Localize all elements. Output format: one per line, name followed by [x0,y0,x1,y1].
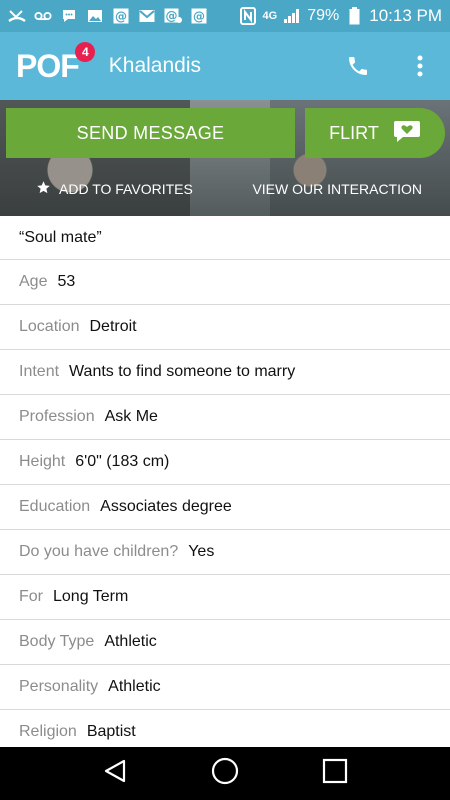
detail-row-location: Location Detroit [0,305,450,350]
svg-text:@: @ [193,10,205,24]
add-to-favorites-link[interactable]: ADD TO FAVORITES [36,180,193,198]
network-type: 4G [262,10,278,22]
detail-label: Profession [19,408,95,425]
detail-label: Education [19,498,91,515]
detail-value: 6'0" (183 cm) [75,453,170,470]
detail-row-for: For Long Term [0,575,450,620]
signal-icon [283,7,301,25]
recents-icon[interactable] [322,758,348,789]
phone-icon[interactable] [344,52,372,80]
detail-row-height: Height 6'0" (183 cm) [0,440,450,485]
detail-label: Personality [19,678,99,695]
detail-value: Detroit [89,318,137,335]
svg-text:@: @ [166,9,178,23]
at-icon: @ [190,7,208,25]
clock: 10:13 PM [369,6,442,25]
detail-row-body-type: Body Type Athletic [0,620,450,665]
detail-row-intent: Intent Wants to find someone to marry [0,350,450,395]
send-message-label: SEND MESSAGE [76,122,225,143]
detail-row-personality: Personality Athletic [0,665,450,710]
home-icon[interactable] [211,757,239,790]
app-bar: POF 4 Khalandis [0,32,450,100]
svg-text:@: @ [115,10,127,24]
detail-value: Athletic [108,678,161,695]
detail-row-profession: Profession Ask Me [0,395,450,440]
notification-badge: 4 [74,41,95,62]
mail-icon [138,7,156,25]
star-icon [36,180,51,198]
detail-value: Wants to find someone to marry [69,363,296,380]
heart-chat-icon [393,119,421,148]
pof-logo[interactable]: POF 4 [16,41,95,85]
profile-username: Khalandis [108,54,202,77]
detail-label: Do you have children? [19,543,179,560]
detail-value: Baptist [86,723,136,740]
at-icon: @ [112,7,130,25]
gmail-icon: @ [164,7,182,25]
detail-row-children: Do you have children? Yes [0,530,450,575]
add-to-favorites-label: ADD TO FAVORITES [59,181,193,197]
detail-value: 53 [57,273,76,290]
overflow-menu-icon[interactable] [406,52,434,80]
flirt-label: FLIRT [329,122,379,143]
detail-value: Associates degree [100,498,232,515]
back-icon[interactable] [102,758,128,789]
battery-icon [345,7,363,25]
send-message-button[interactable]: SEND MESSAGE [6,108,295,158]
chat-icon [60,7,78,25]
missed-call-icon [8,7,26,25]
nfc-icon [239,7,257,25]
detail-label: Height [19,453,66,470]
detail-label: For [19,588,43,605]
flirt-button[interactable]: FLIRT [305,108,445,158]
voicemail-icon [34,7,52,25]
image-icon [86,7,104,25]
detail-value: Yes [188,543,215,560]
status-bar: @ @ @ 4G 79% 10:13 PM [0,0,450,32]
profile-headline: “Soul mate” [19,228,102,246]
detail-label: Intent [19,363,60,380]
detail-row-education: Education Associates degree [0,485,450,530]
headline-row: “Soul mate” [0,216,450,260]
detail-value: Athletic [104,633,157,650]
detail-value: Long Term [53,588,129,605]
detail-label: Body Type [19,633,95,650]
battery-percent: 79% [307,7,340,24]
system-navigation-bar [0,747,450,800]
detail-label: Location [19,318,80,335]
detail-value: Ask Me [104,408,158,425]
detail-label: Religion [19,723,77,740]
detail-label: Age [19,273,48,290]
detail-row-age: Age 53 [0,260,450,305]
view-interaction-link[interactable]: VIEW OUR INTERACTION [252,181,422,197]
logo-text: POF [16,47,80,84]
profile-details-list: “Soul mate” Age 53 Location Detroit Inte… [0,216,450,755]
